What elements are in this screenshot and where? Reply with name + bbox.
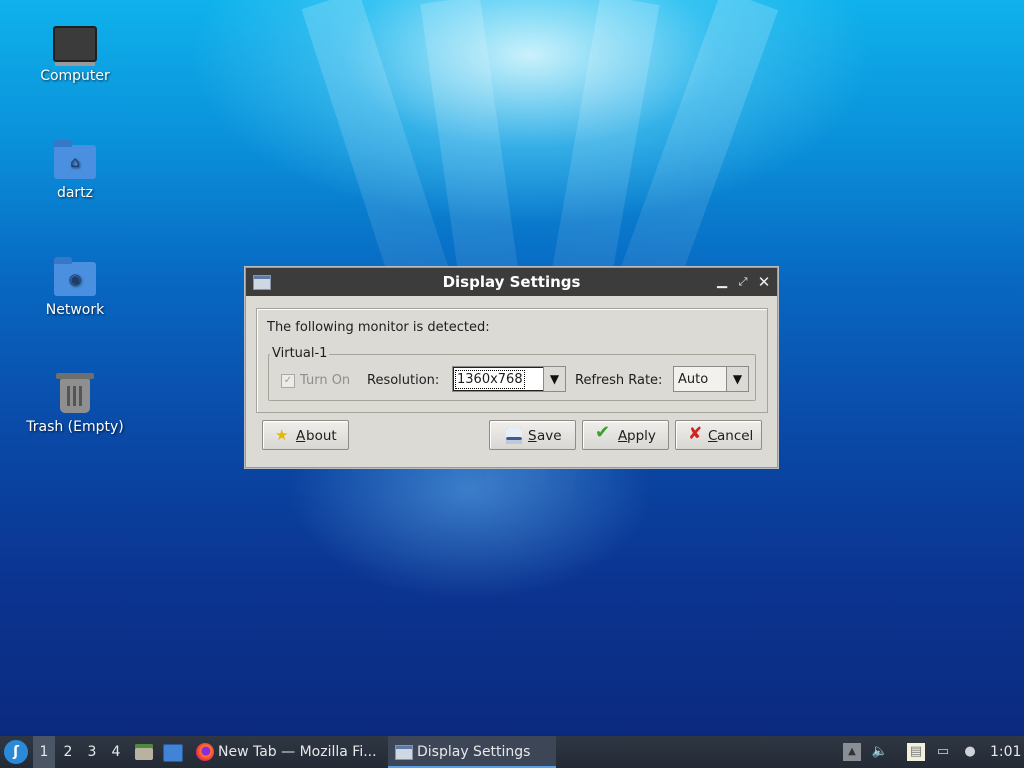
checkmark-icon: ✔ bbox=[595, 422, 611, 443]
desktop-icon-trash[interactable]: Trash (Empty) bbox=[20, 371, 130, 435]
firefox-icon bbox=[196, 743, 214, 761]
application-menu-icon[interactable]: ʃ bbox=[4, 740, 28, 764]
clipboard-icon[interactable]: ▤ bbox=[907, 743, 925, 761]
workspace-3[interactable]: 3 bbox=[81, 736, 103, 768]
workspace-4[interactable]: 4 bbox=[105, 736, 127, 768]
workspace-1[interactable]: 1 bbox=[33, 736, 55, 768]
dialog-title: Display Settings bbox=[442, 273, 581, 291]
close-icon[interactable]: ✕ bbox=[755, 273, 773, 291]
desktop-icon-label: Network bbox=[45, 302, 105, 318]
apply-button[interactable]: ✔ Apply bbox=[582, 420, 669, 450]
detected-text: The following monitor is detected: bbox=[267, 320, 490, 335]
file-manager-icon[interactable] bbox=[135, 744, 153, 760]
desktop-icon-label: Computer bbox=[40, 68, 110, 84]
eject-icon[interactable]: ▲ bbox=[843, 743, 861, 761]
task-firefox[interactable]: New Tab — Mozilla Fi... bbox=[190, 736, 382, 768]
save-label: ave bbox=[537, 428, 562, 444]
desktop-icon-label: Trash (Empty) bbox=[26, 419, 124, 435]
save-button[interactable]: Save bbox=[489, 420, 576, 450]
about-button[interactable]: ★ About bbox=[262, 420, 349, 450]
apply-label: pply bbox=[627, 428, 656, 444]
minimize-icon[interactable]: ▁ bbox=[713, 273, 731, 291]
floppy-disk-icon bbox=[506, 428, 522, 444]
turn-on-checkbox[interactable]: ✓ bbox=[281, 374, 295, 388]
about-label: bout bbox=[306, 428, 337, 444]
network-icon[interactable]: ▭ bbox=[934, 743, 952, 761]
display-settings-dialog: Display Settings ▁ ⤢ ✕ The following mon… bbox=[245, 267, 778, 468]
refresh-rate-value: Auto bbox=[678, 372, 709, 387]
turn-on-label: Turn On bbox=[300, 373, 351, 388]
star-icon: ★ bbox=[275, 426, 289, 444]
monitor-name: Virtual-1 bbox=[270, 346, 330, 361]
computer-icon bbox=[53, 26, 97, 62]
desktop-icon-label: dartz bbox=[56, 185, 94, 201]
network-folder-icon: ◉ bbox=[54, 257, 96, 296]
save-mnemonic: S bbox=[528, 428, 537, 444]
dialog-titlebar[interactable]: Display Settings ▁ ⤢ ✕ bbox=[246, 268, 777, 296]
notification-icon[interactable]: ● bbox=[961, 743, 979, 761]
show-desktop-icon[interactable] bbox=[163, 744, 183, 762]
desktop-icon-network[interactable]: ◉ Network bbox=[20, 254, 130, 318]
refresh-rate-select[interactable]: Auto ▼ bbox=[673, 366, 749, 392]
desktop-icon-computer[interactable]: Computer bbox=[20, 20, 130, 84]
resolution-label: Resolution: bbox=[367, 373, 440, 388]
task-display-settings[interactable]: Display Settings bbox=[388, 736, 556, 768]
apply-mnemonic: A bbox=[618, 428, 628, 444]
desktop-icon-home[interactable]: ⌂ dartz bbox=[20, 137, 130, 201]
cancel-x-icon: ✘ bbox=[688, 424, 703, 444]
taskbar: ʃ 1 2 3 4 New Tab — Mozilla Fi... Displa… bbox=[0, 736, 1024, 768]
volume-icon[interactable]: 🔈 bbox=[871, 743, 889, 761]
workspace-2[interactable]: 2 bbox=[57, 736, 79, 768]
about-mnemonic: A bbox=[296, 428, 306, 444]
chevron-down-icon[interactable]: ▼ bbox=[726, 367, 748, 391]
clock[interactable]: 1:01 bbox=[990, 736, 1021, 768]
cancel-label: ancel bbox=[717, 428, 754, 444]
resolution-value: 1360x768 bbox=[455, 370, 525, 389]
home-folder-icon: ⌂ bbox=[54, 140, 96, 179]
chevron-down-icon[interactable]: ▼ bbox=[543, 367, 565, 391]
window-icon bbox=[395, 745, 413, 760]
maximize-icon[interactable]: ⤢ bbox=[734, 273, 752, 291]
task-label: Display Settings bbox=[417, 744, 531, 760]
resolution-select[interactable]: 1360x768 ▼ bbox=[452, 366, 566, 392]
task-label: New Tab — Mozilla Fi... bbox=[218, 744, 377, 760]
trash-icon bbox=[56, 373, 94, 413]
cancel-button[interactable]: ✘ Cancel bbox=[675, 420, 762, 450]
refresh-rate-label: Refresh Rate: bbox=[575, 373, 663, 388]
